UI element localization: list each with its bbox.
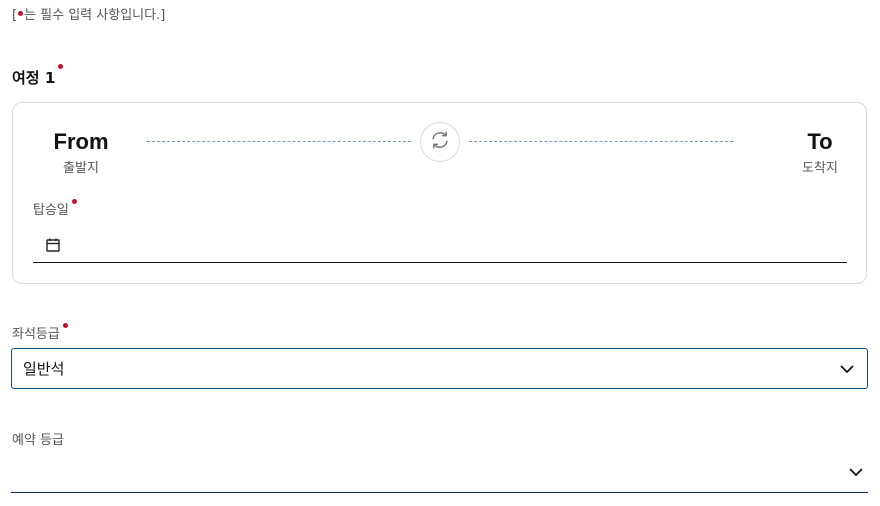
required-notice-prefix: [ [12,8,18,23]
seat-class-label-text: 좌석등급 [12,327,60,342]
seat-class-value: 일반석 [23,360,65,378]
swap-button[interactable] [420,122,460,162]
booking-class-label: 예약 등급 [12,433,64,448]
seat-class-label: 좌석등급 [12,323,68,345]
booking-class-select[interactable] [11,452,868,493]
journey-card: From 출발지 To 도착지 탑승일 [12,102,867,284]
chevron-down-icon [848,464,864,480]
departure-main: From [53,129,109,154]
required-notice: [ 는 필수 입력 사항입니다.] [12,6,165,26]
arrival-sub: 도착지 [802,161,838,176]
arrival-selector[interactable]: To 도착지 [792,127,848,179]
required-dot-icon [18,11,24,16]
date-field[interactable] [33,227,847,263]
swap-icon [429,129,451,155]
departure-selector[interactable]: From 출발지 [53,127,109,179]
calendar-icon[interactable] [45,237,61,253]
arrival-main: To [807,129,833,154]
required-dot-icon [62,323,68,328]
seat-class-select[interactable]: 일반석 [11,348,868,389]
date-label-text: 탑승일 [33,203,69,218]
chevron-down-icon [839,361,855,377]
route-line-right [469,141,733,142]
departure-sub: 출발지 [63,161,99,176]
route-line-left [147,141,411,142]
required-dot-icon [58,64,64,69]
required-dot-icon [71,199,77,204]
date-label: 탑승일 [33,199,77,221]
required-notice-text: 는 필수 입력 사항입니다.] [24,8,166,23]
journey-title-text: 여정 1 [12,69,56,87]
journey-title: 여정 1 [12,64,64,90]
